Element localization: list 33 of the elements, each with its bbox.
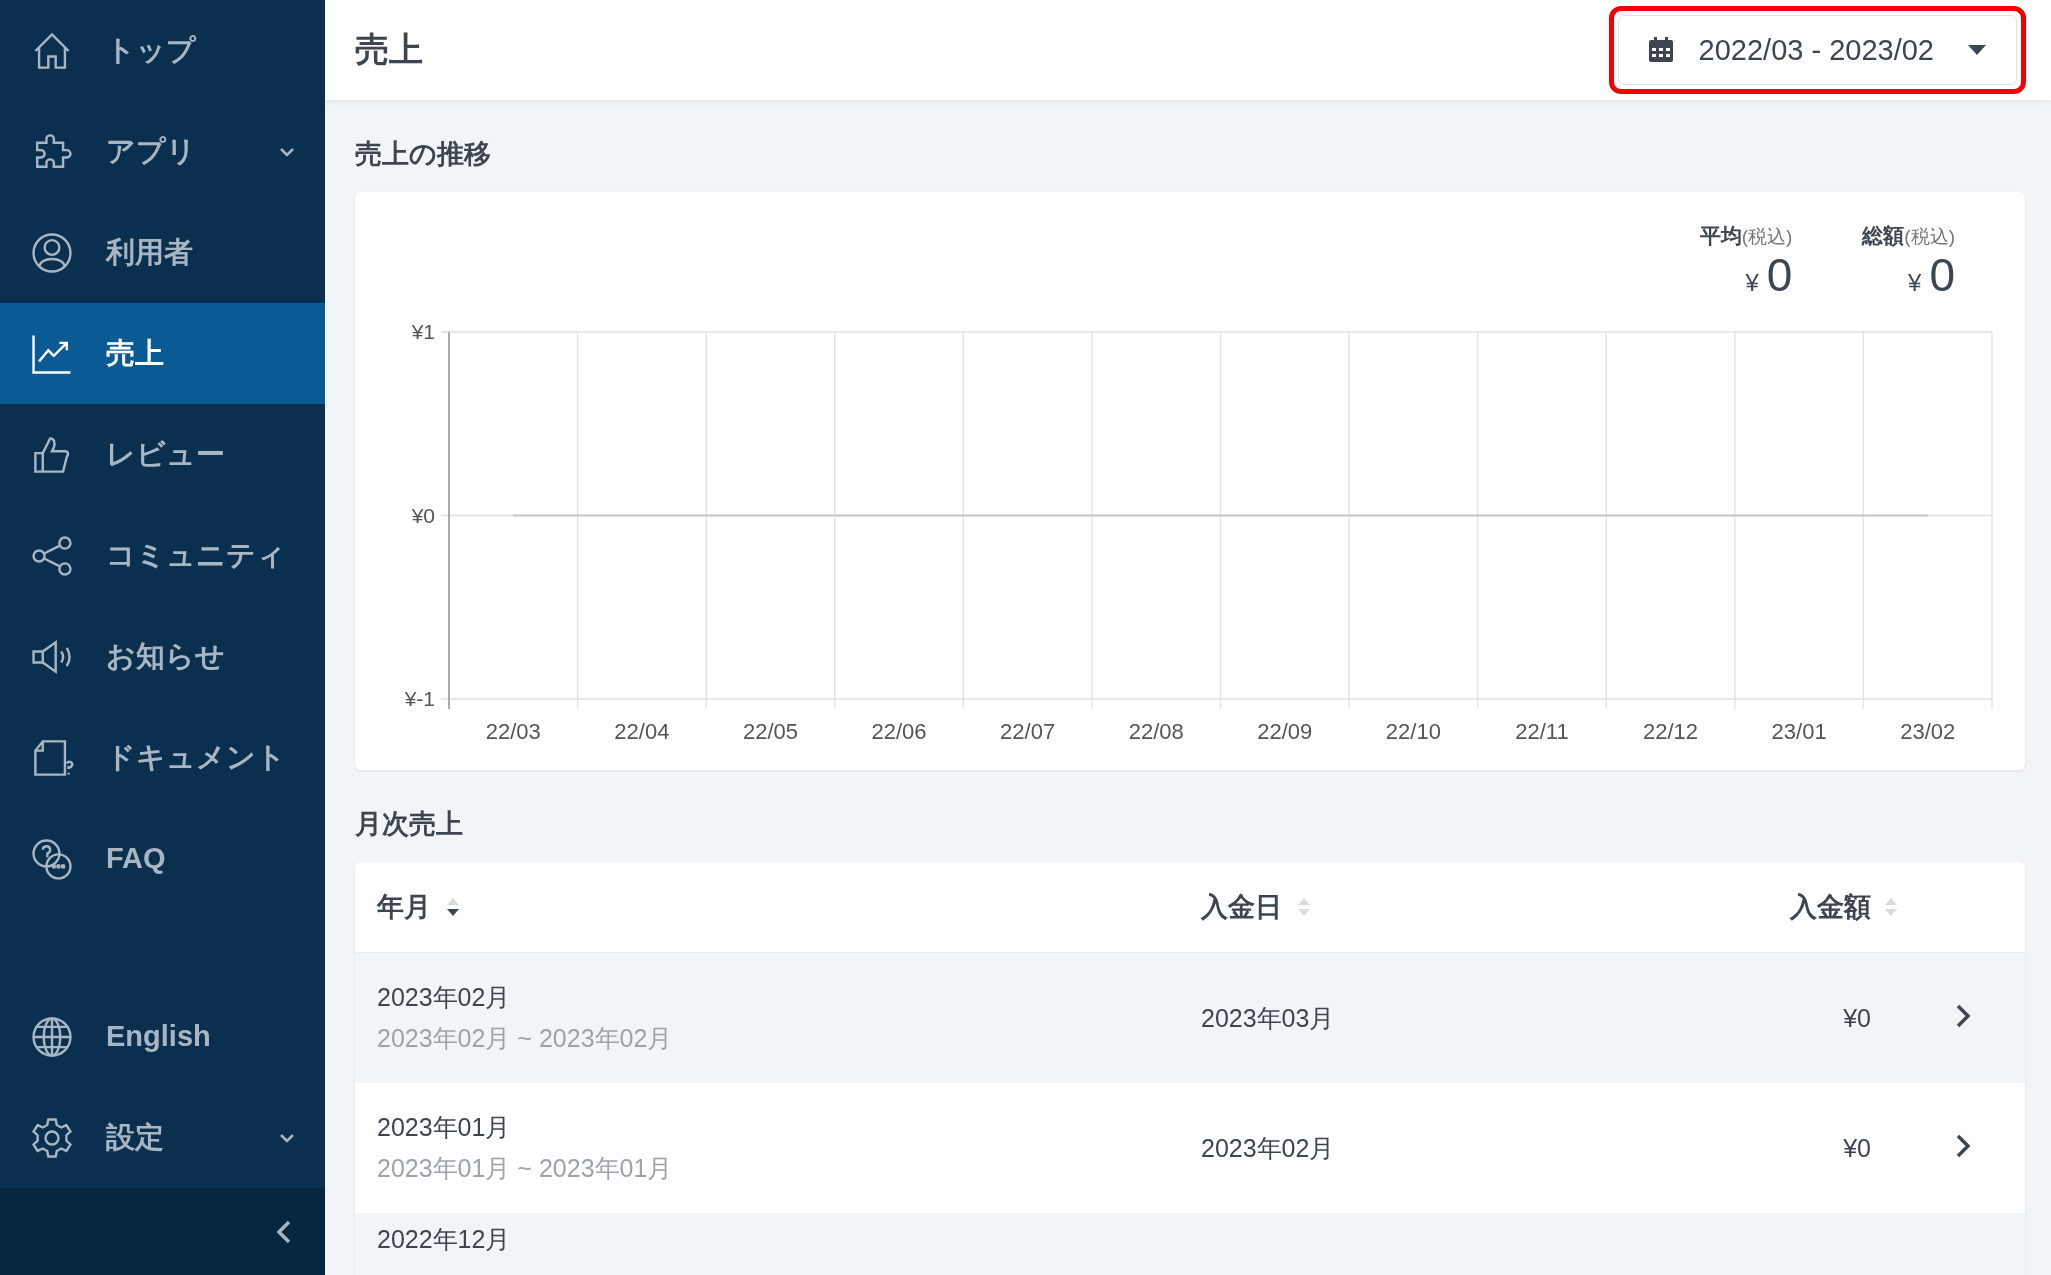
- y-tick-label: ¥1: [411, 320, 435, 343]
- x-tick-label: 22/09: [1257, 719, 1313, 744]
- x-tick-label: 22/10: [1385, 719, 1441, 744]
- x-tick-label: 22/07: [1000, 719, 1056, 744]
- x-tick-label: 22/05: [742, 719, 798, 744]
- currency-sign: ¥: [1745, 269, 1759, 297]
- month-text: 2023年01月: [377, 1112, 512, 1143]
- y-tick-label: ¥0: [411, 503, 435, 527]
- x-tick-label: 22/03: [485, 719, 541, 744]
- month-text: 2022年12月: [377, 1224, 512, 1255]
- page-title: 売上: [355, 29, 423, 70]
- period-text: 2023年01月 ~ 2023年01月: [377, 1153, 674, 1184]
- month-text: 2023年02月: [377, 982, 512, 1013]
- payment-date: 2023年03月: [1201, 1003, 1335, 1032]
- x-tick-label: 23/01: [1771, 719, 1827, 744]
- summary-label: 総額(税込): [1862, 223, 1955, 249]
- period-text: 2023年02月 ~ 2023年02月: [377, 1023, 674, 1054]
- section-title: 売上の推移: [355, 138, 492, 171]
- x-tick-label: 23/02: [1900, 719, 1956, 744]
- summary-value: 0: [1929, 250, 1955, 301]
- x-tick-label: 22/04: [614, 719, 670, 744]
- amount-text: ¥0: [1843, 1133, 1871, 1162]
- y-tick-label: ¥-1: [404, 687, 435, 710]
- section-title: 月次売上: [355, 808, 464, 841]
- x-tick-label: 22/08: [1128, 719, 1184, 744]
- x-tick-label: 22/11: [1515, 719, 1569, 744]
- summary-value: 0: [1766, 250, 1793, 301]
- payment-date: 2023年02月: [1201, 1133, 1335, 1162]
- x-tick-label: 22/06: [871, 719, 927, 744]
- x-tick-label: 22/12: [1643, 719, 1699, 744]
- summary-label: 平均(税込): [1699, 223, 1793, 249]
- amount-text: ¥0: [1843, 1003, 1871, 1032]
- currency-sign: ¥: [1908, 269, 1922, 297]
